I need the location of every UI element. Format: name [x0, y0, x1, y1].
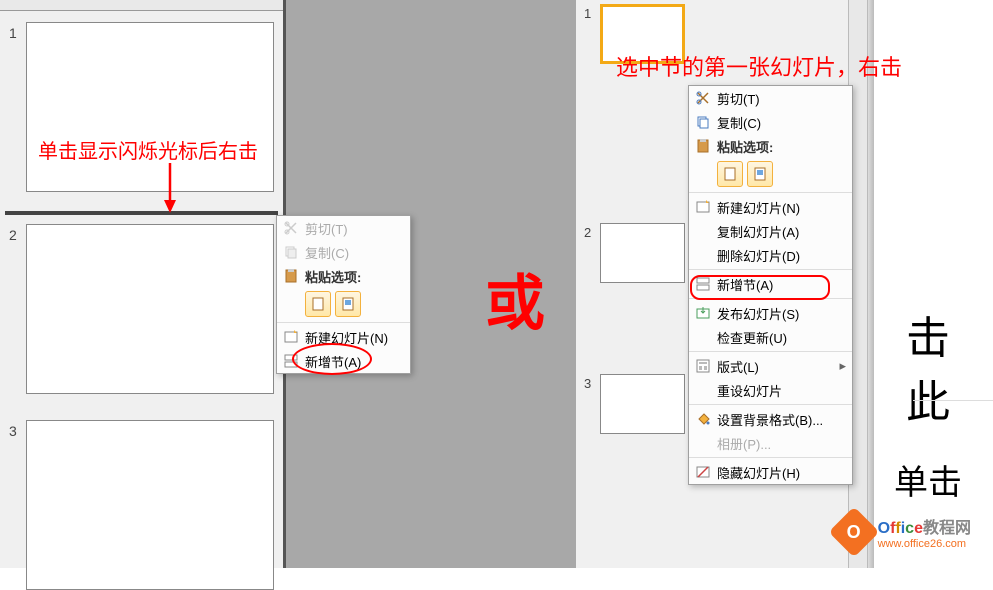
menu-label: 剪切(T) [717, 89, 760, 108]
paste-option-buttons [277, 288, 410, 320]
menu-copy[interactable]: 复制(C) [689, 110, 852, 134]
paste-keep-source-format[interactable] [335, 291, 361, 317]
slide-thumbnail-2[interactable]: 2 [26, 224, 274, 394]
menu-paste-options: 粘贴选项: [689, 134, 852, 158]
menu-check-updates[interactable]: 检查更新(U) [689, 325, 852, 349]
slide-thumbnail-3[interactable] [600, 374, 685, 434]
title-placeholder[interactable]: 击此 [906, 302, 993, 430]
menu-new-slide[interactable]: 新建幻灯片(N) [689, 195, 852, 219]
paste-use-destination-theme[interactable] [717, 161, 743, 187]
subtitle-placeholder[interactable]: 单击 [894, 455, 962, 504]
menu-reset-slide[interactable]: 重设幻灯片 [689, 378, 852, 402]
submenu-arrow-icon: ▸ [839, 358, 846, 374]
new-slide-icon [689, 199, 717, 215]
slide-number: 2 [584, 225, 591, 240]
menu-label: 相册(P)... [717, 434, 771, 453]
menu-layout[interactable]: 版式(L) ▸ [689, 354, 852, 378]
logo-icon: O [828, 507, 879, 558]
menu-label: 隐藏幻灯片(H) [717, 463, 800, 482]
menu-label: 剪切(T) [305, 219, 348, 238]
menu-duplicate-slide[interactable]: 复制幻灯片(A) [689, 219, 852, 243]
tab-header [0, 0, 283, 11]
clipboard-icon [689, 138, 717, 154]
menu-label: 复制幻灯片(A) [717, 222, 799, 241]
menu-label: 粘贴选项: [717, 137, 773, 156]
slide-number: 3 [9, 423, 17, 439]
slide-number: 2 [9, 227, 17, 243]
menu-copy: 复制(C) [277, 240, 410, 264]
slide-number: 3 [584, 376, 591, 391]
paste-option-buttons [689, 158, 852, 190]
slide-number: 1 [9, 25, 17, 41]
annotation-box [690, 275, 830, 300]
paste-keep-source-format[interactable] [747, 161, 773, 187]
menu-label: 检查更新(U) [717, 328, 787, 347]
menu-paste-options: 粘贴选项: [277, 264, 410, 288]
menu-album: 相册(P)... [689, 431, 852, 455]
paste-use-destination-theme[interactable] [305, 291, 331, 317]
menu-cut[interactable]: 剪切(T) [689, 86, 852, 110]
scissors-icon [689, 90, 717, 106]
menu-label: 发布幻灯片(S) [717, 304, 799, 323]
menu-background-format[interactable]: 设置背景格式(B)... [689, 407, 852, 431]
or-label: 或 [485, 255, 545, 342]
slide-thumbnail-3[interactable]: 3 [26, 420, 274, 590]
new-slide-icon [277, 329, 305, 345]
watermark-url: www.office26.com [878, 538, 971, 550]
menu-delete-slide[interactable]: 删除幻灯片(D) [689, 243, 852, 267]
menu-label: 重设幻灯片 [717, 381, 782, 400]
slide-edit-area[interactable]: 击此 单击 [874, 0, 993, 568]
clipboard-icon [277, 268, 305, 284]
annotation-circle [292, 343, 372, 375]
menu-label: 设置背景格式(B)... [717, 410, 823, 429]
left-slide-panel: 1 2 3 [0, 0, 286, 568]
hide-slide-icon [689, 464, 717, 480]
paint-bucket-icon [689, 411, 717, 427]
menu-cut: 剪切(T) [277, 216, 410, 240]
copy-icon [277, 244, 305, 260]
menu-label: 复制(C) [717, 113, 761, 132]
watermark: O Office教程网 www.office26.com [836, 514, 971, 550]
annotation-arrow [80, 158, 190, 218]
menu-label: 复制(C) [305, 243, 349, 262]
scissors-icon [277, 220, 305, 236]
menu-label: 删除幻灯片(D) [717, 246, 800, 265]
annotation-right: 选中节的第一张幻灯片，右击 [616, 50, 902, 82]
watermark-brand: Office教程网 [878, 514, 971, 538]
copy-icon [689, 114, 717, 130]
menu-label: 版式(L) [717, 357, 759, 376]
layout-icon [689, 358, 717, 374]
slide-number: 1 [584, 6, 591, 21]
menu-label: 新建幻灯片(N) [717, 198, 800, 217]
slide-thumbnail-2[interactable] [600, 223, 685, 283]
menu-publish-slides[interactable]: 发布幻灯片(S) [689, 301, 852, 325]
publish-icon [689, 305, 717, 321]
menu-hide-slide[interactable]: 隐藏幻灯片(H) [689, 460, 852, 484]
menu-label: 粘贴选项: [305, 267, 361, 286]
